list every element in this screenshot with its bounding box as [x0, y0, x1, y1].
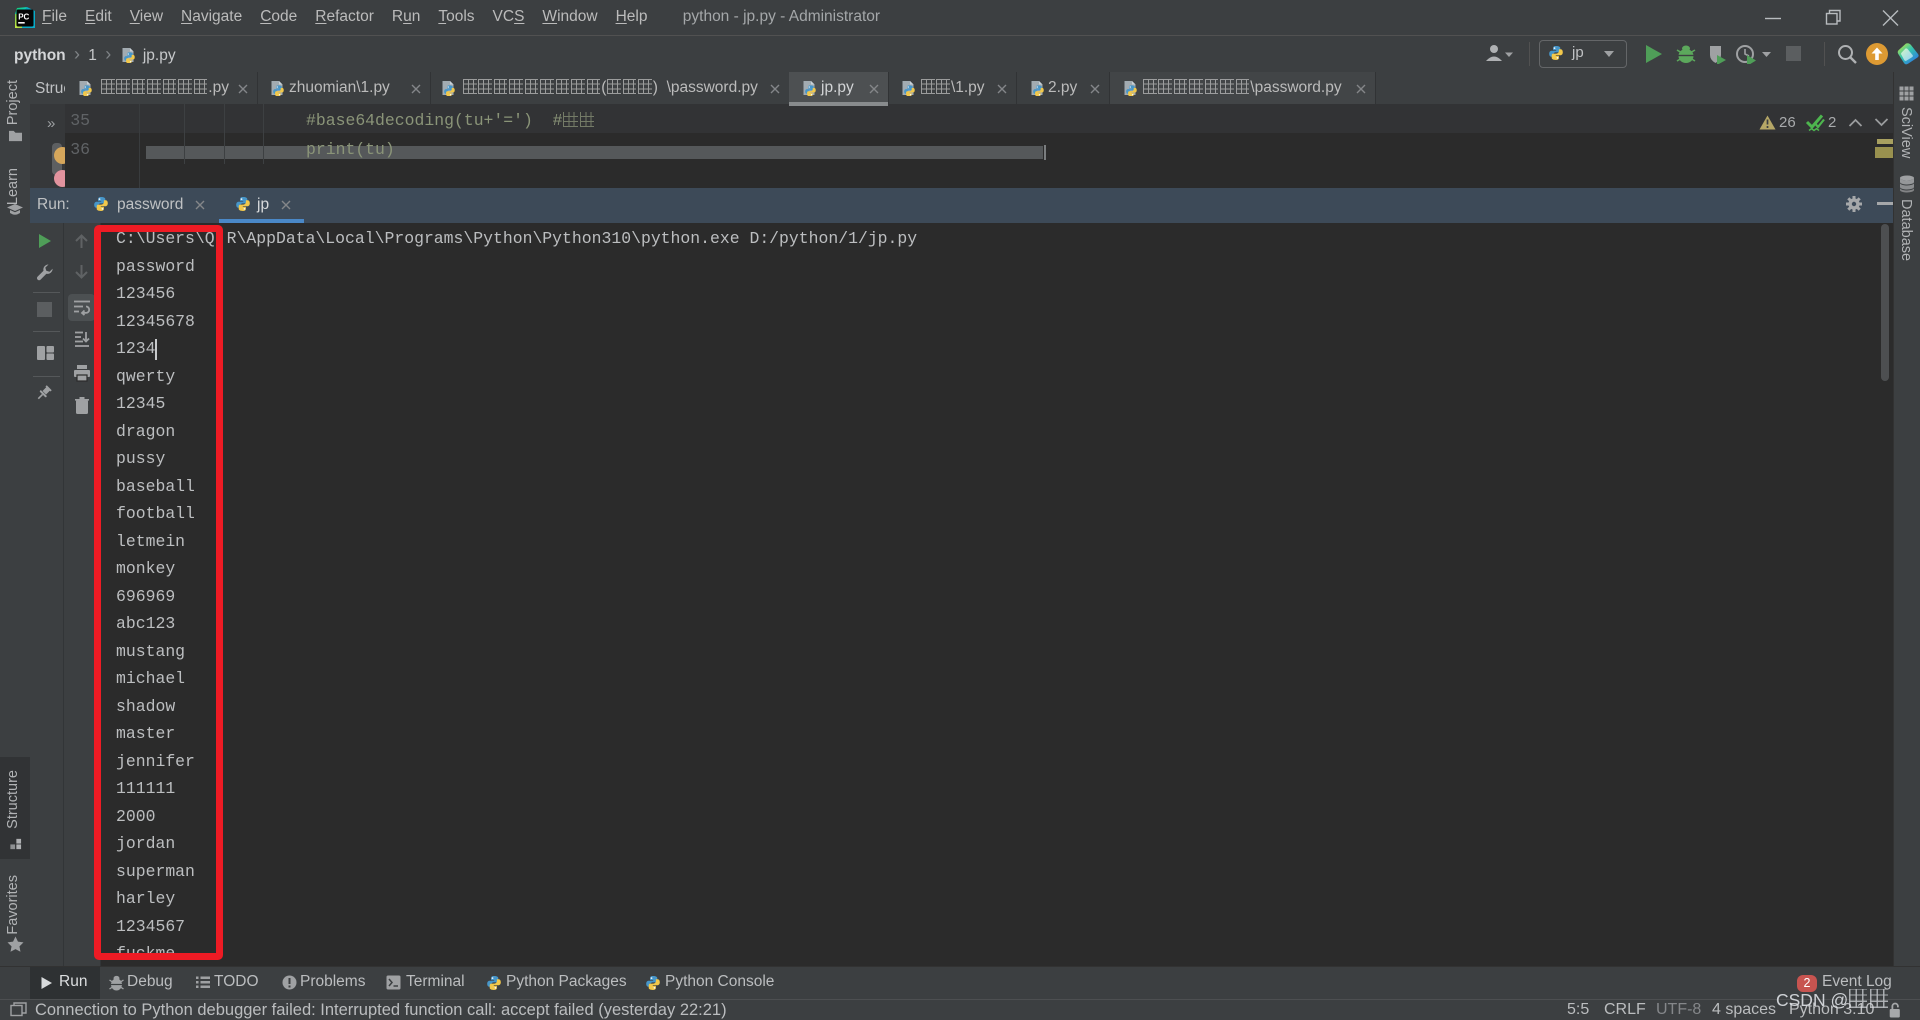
svg-text:PC: PC [18, 13, 29, 22]
